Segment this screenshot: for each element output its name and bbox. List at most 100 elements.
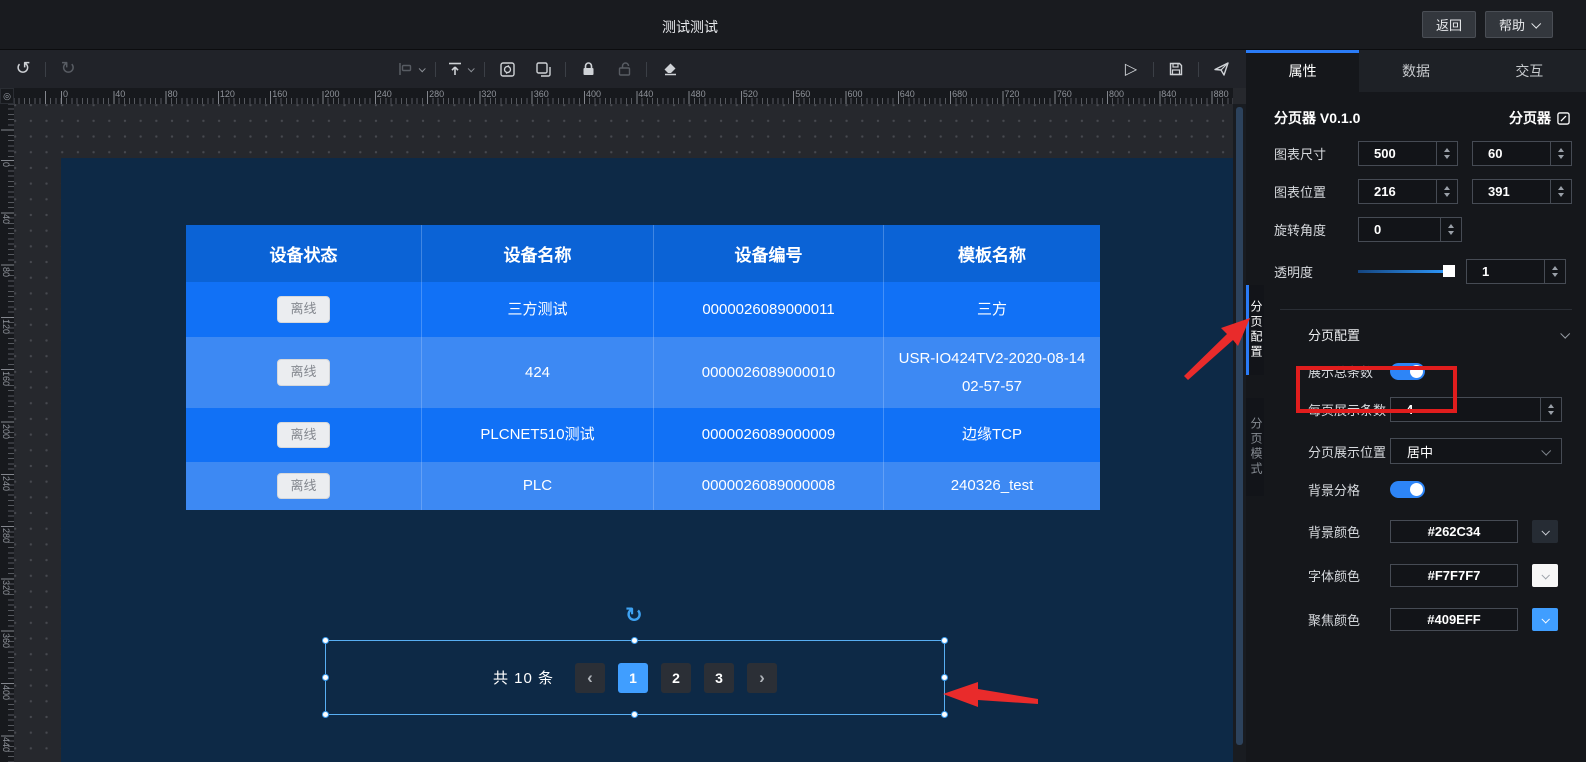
ruler-corner[interactable]: ◎ bbox=[0, 88, 14, 104]
lock-button[interactable] bbox=[577, 57, 599, 81]
chart-x-input[interactable]: 216 bbox=[1358, 179, 1458, 204]
help-label: 帮助 bbox=[1499, 15, 1525, 34]
rotate-handle[interactable]: ↻ bbox=[625, 603, 643, 627]
resize-handle[interactable] bbox=[322, 637, 329, 644]
stepper-buttons[interactable] bbox=[1436, 180, 1457, 203]
ruler-label: 200 bbox=[1, 424, 11, 439]
page-button-1[interactable]: 1 bbox=[618, 663, 648, 693]
pagination-widget-selection[interactable]: ↻ 共 10 条 ‹ 1 2 3 › bbox=[325, 640, 945, 715]
resize-handle[interactable] bbox=[322, 674, 329, 681]
chevron-down-icon bbox=[1531, 19, 1541, 29]
canvas-scrollbar[interactable] bbox=[1233, 104, 1246, 762]
stepper-buttons[interactable] bbox=[1540, 398, 1561, 421]
ruler-label: 240 bbox=[377, 89, 392, 99]
copy-icon bbox=[535, 61, 552, 78]
stepper-buttons[interactable] bbox=[1550, 180, 1571, 203]
font-color-input[interactable]: #F7F7F7 bbox=[1390, 564, 1518, 587]
table-row: 离线 PLC 0000026089000008 240326_test bbox=[186, 462, 1100, 510]
publish-button[interactable] bbox=[1210, 57, 1232, 81]
page-button-3[interactable]: 3 bbox=[704, 663, 734, 693]
help-button[interactable]: 帮助 bbox=[1485, 11, 1553, 38]
page-button-2[interactable]: 2 bbox=[661, 663, 691, 693]
template-cell: 边缘TCP bbox=[883, 408, 1100, 462]
font-color-swatch[interactable] bbox=[1532, 564, 1558, 587]
step-down-icon bbox=[1548, 411, 1554, 415]
side-tab-pagination-mode[interactable]: 分页模式 bbox=[1246, 398, 1264, 496]
show-total-row: 展示总条数 bbox=[1246, 362, 1586, 381]
show-total-toggle[interactable] bbox=[1390, 363, 1425, 380]
ruler-label: 360 bbox=[1, 633, 11, 648]
align-top-button[interactable] bbox=[447, 57, 473, 81]
redo-button[interactable]: ↻ bbox=[57, 57, 79, 81]
pagination-config-section-header[interactable]: 分页配置 bbox=[1246, 310, 1586, 344]
preview-button[interactable]: ▷ bbox=[1120, 57, 1142, 81]
opacity-slider[interactable] bbox=[1358, 270, 1450, 273]
stepper-buttons[interactable] bbox=[1436, 142, 1457, 165]
chevron-down-icon bbox=[1541, 527, 1549, 535]
widget-title: 分页器 V0.1.0 bbox=[1274, 108, 1360, 128]
align-marker-icon bbox=[397, 61, 414, 77]
step-down-icon bbox=[1444, 155, 1450, 159]
ruler-label: 40 bbox=[1, 214, 11, 224]
focus-color-input[interactable]: #409EFF bbox=[1390, 608, 1518, 631]
resize-handle[interactable] bbox=[941, 674, 948, 681]
align-marker-button[interactable] bbox=[397, 57, 424, 81]
chart-height-input[interactable]: 60 bbox=[1472, 141, 1572, 166]
page-title: 测试测试 bbox=[662, 17, 718, 37]
step-down-icon bbox=[1552, 273, 1558, 277]
step-up-icon bbox=[1448, 224, 1454, 228]
bg-color-input[interactable]: #262C34 bbox=[1390, 520, 1518, 543]
prev-page-button[interactable]: ‹ bbox=[575, 663, 605, 693]
tab-properties[interactable]: 属性 bbox=[1246, 50, 1359, 92]
ruler-label: 360 bbox=[534, 89, 549, 99]
resize-handle[interactable] bbox=[941, 637, 948, 644]
chart-width-input[interactable]: 500 bbox=[1358, 141, 1458, 166]
step-down-icon bbox=[1558, 155, 1564, 159]
side-tab-pagination-config[interactable]: 分页配置 bbox=[1246, 285, 1264, 375]
unlock-button[interactable] bbox=[613, 57, 635, 81]
save-button[interactable] bbox=[1165, 57, 1187, 81]
ruler-label: 120 bbox=[1, 319, 11, 334]
vertical-ruler: 04080120160200240280320360400440 bbox=[0, 104, 14, 762]
group-button[interactable] bbox=[496, 57, 518, 81]
step-up-icon bbox=[1552, 266, 1558, 270]
next-page-button[interactable]: › bbox=[747, 663, 777, 693]
resize-handle[interactable] bbox=[941, 711, 948, 718]
step-up-icon bbox=[1558, 186, 1564, 190]
stepper-buttons[interactable] bbox=[1440, 218, 1461, 241]
rotate-angle-input[interactable]: 0 bbox=[1358, 217, 1462, 242]
undo-button[interactable]: ↺ bbox=[12, 57, 34, 81]
widget-edit-link[interactable]: 分页器 bbox=[1509, 108, 1570, 128]
resize-handle[interactable] bbox=[322, 711, 329, 718]
back-button[interactable]: 返回 bbox=[1422, 11, 1476, 38]
pager-position-select[interactable]: 居中 bbox=[1390, 438, 1562, 464]
stepper-buttons[interactable] bbox=[1550, 142, 1571, 165]
editor-canvas[interactable]: 设备状态 设备名称 设备编号 模板名称 离线 三方测试 000002608900… bbox=[14, 104, 1233, 762]
align-top-icon bbox=[447, 61, 463, 77]
ruler-label: 400 bbox=[586, 89, 601, 99]
device-table-widget[interactable]: 设备状态 设备名称 设备编号 模板名称 离线 三方测试 000002608900… bbox=[186, 225, 1100, 510]
bg-split-toggle[interactable] bbox=[1390, 481, 1425, 498]
select-value: 居中 bbox=[1407, 442, 1433, 461]
ungroup-button[interactable] bbox=[532, 57, 554, 81]
scrollbar-thumb[interactable] bbox=[1236, 107, 1243, 745]
bg-color-swatch[interactable] bbox=[1532, 520, 1558, 543]
tab-interaction[interactable]: 交互 bbox=[1473, 50, 1586, 92]
field-label: 每页展示条数 bbox=[1308, 400, 1390, 419]
clear-button[interactable] bbox=[658, 57, 680, 81]
status-badge: 离线 bbox=[277, 473, 329, 500]
focus-color-swatch[interactable] bbox=[1532, 608, 1558, 631]
ruler-label: 440 bbox=[638, 89, 653, 99]
slider-knob[interactable] bbox=[1443, 265, 1455, 277]
resize-handle[interactable] bbox=[631, 637, 638, 644]
design-artboard[interactable]: 设备状态 设备名称 设备编号 模板名称 离线 三方测试 000002608900… bbox=[61, 158, 1233, 762]
save-icon bbox=[1168, 61, 1184, 77]
stepper-buttons[interactable] bbox=[1544, 260, 1565, 283]
step-up-icon bbox=[1444, 186, 1450, 190]
tab-data[interactable]: 数据 bbox=[1359, 50, 1472, 92]
page-size-input[interactable]: 4 bbox=[1390, 397, 1562, 422]
template-cell: 三方 bbox=[883, 282, 1100, 337]
opacity-input[interactable]: 1 bbox=[1466, 259, 1566, 284]
chart-y-input[interactable]: 391 bbox=[1472, 179, 1572, 204]
resize-handle[interactable] bbox=[631, 711, 638, 718]
